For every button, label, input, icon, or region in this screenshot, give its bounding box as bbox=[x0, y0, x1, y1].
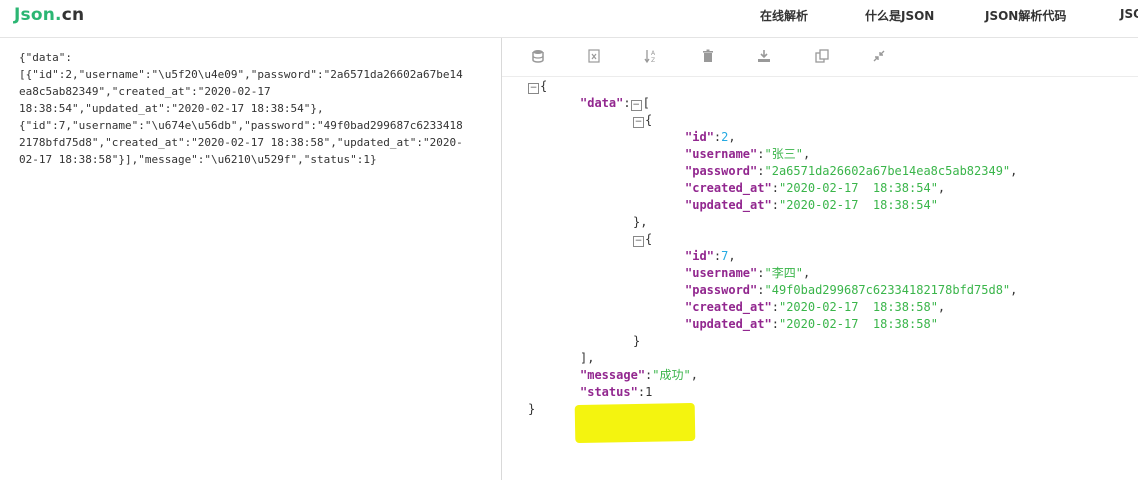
nav-json-parse-code[interactable]: JSON解析代码 bbox=[985, 7, 1066, 24]
nav-what-is-json[interactable]: 什么是JSON bbox=[865, 7, 934, 24]
tree-line-root-close: } bbox=[528, 402, 536, 416]
collapse-toggle-icon[interactable]: − bbox=[633, 236, 644, 247]
raw-line: 02-17 18:38:58"}],"message":"\u6210\u529… bbox=[19, 153, 377, 166]
raw-line: {"data": bbox=[19, 51, 72, 64]
tree-line-created-at: "created_at":"2020-02-17 18:38:54", bbox=[685, 181, 946, 195]
tree-line-username: "username":"李四", bbox=[685, 266, 811, 280]
excel-icon[interactable] bbox=[586, 48, 602, 64]
collapse-toggle-icon[interactable]: − bbox=[633, 117, 644, 128]
sort-icon[interactable]: AZ bbox=[643, 48, 659, 64]
tree-line-data: "data": −[ bbox=[580, 96, 650, 111]
raw-line: {"id":7,"username":"\u674e\u56db","passw… bbox=[19, 119, 463, 132]
top-navigation-bar: Json.cn 在线解析 什么是JSON JSON解析代码 JSON bbox=[0, 0, 1138, 38]
tree-line-updated-at: "updated_at":"2020-02-17 18:38:58" bbox=[685, 317, 938, 331]
nav-online-parse[interactable]: 在线解析 bbox=[760, 7, 808, 24]
tree-line-username: "username":"张三", bbox=[685, 147, 811, 161]
download-icon[interactable] bbox=[756, 48, 772, 64]
tree-line-record-close: }, bbox=[633, 215, 648, 229]
tree-line-record-open: −{ bbox=[633, 113, 653, 128]
raw-line: 18:38:54","updated_at":"2020-02-17 18:38… bbox=[19, 102, 324, 115]
raw-json-text[interactable]: {"data": [{"id":2,"username":"\u5f20\u4e0… bbox=[19, 49, 494, 168]
raw-json-input[interactable]: {"data": [{"id":2,"username":"\u5f20\u4e0… bbox=[0, 38, 502, 480]
collapse-toggle-icon[interactable]: − bbox=[630, 100, 642, 111]
collapse-icon[interactable] bbox=[871, 48, 887, 64]
viewer-toolbar: AZ bbox=[502, 38, 1138, 77]
tree-line-root: −{ bbox=[528, 79, 548, 94]
site-logo[interactable]: Json.cn bbox=[14, 5, 84, 25]
json-tree-viewer: AZ −{ "data": −[ −{ "id":2, "username":"张… bbox=[502, 38, 1138, 480]
tree-line-password: "password":"2a6571da26602a67be14ea8c5ab8… bbox=[685, 164, 1018, 178]
tree-line-record-close: } bbox=[633, 334, 641, 348]
collapse-toggle-icon[interactable]: − bbox=[528, 83, 539, 94]
tree-line-updated-at: "updated_at":"2020-02-17 18:38:54" bbox=[685, 198, 938, 212]
tree-line-message: "message":"成功", bbox=[580, 368, 698, 382]
trash-icon[interactable] bbox=[700, 48, 716, 64]
raw-line: ea8c5ab82349","created_at":"2020-02-17 bbox=[19, 85, 271, 98]
svg-text:Z: Z bbox=[651, 57, 655, 64]
logo-dot: . bbox=[55, 5, 62, 25]
tree-line-id: "id":7, bbox=[685, 249, 736, 263]
logo-cn: cn bbox=[61, 5, 85, 25]
database-icon[interactable] bbox=[530, 48, 546, 64]
tree-line-data-close: ], bbox=[580, 351, 595, 365]
tree-line-id: "id":2, bbox=[685, 130, 736, 144]
copy-icon[interactable] bbox=[814, 48, 830, 64]
logo-main: Json bbox=[14, 5, 56, 25]
tree-line-created-at: "created_at":"2020-02-17 18:38:58", bbox=[685, 300, 946, 314]
raw-line: 2178bfd75d8","created_at":"2020-02-17 18… bbox=[19, 136, 463, 149]
tree-line-password: "password":"49f0bad299687c62334182178bfd… bbox=[685, 283, 1018, 297]
highlight-mark bbox=[574, 402, 696, 444]
tree-line-status: "status":1 bbox=[580, 385, 653, 399]
tree-line-record-open: −{ bbox=[633, 232, 653, 247]
svg-text:A: A bbox=[651, 50, 656, 57]
raw-line: [{"id":2,"username":"\u5f20\u4e09","pass… bbox=[19, 68, 463, 81]
nav-json-more[interactable]: JSON bbox=[1120, 7, 1138, 21]
